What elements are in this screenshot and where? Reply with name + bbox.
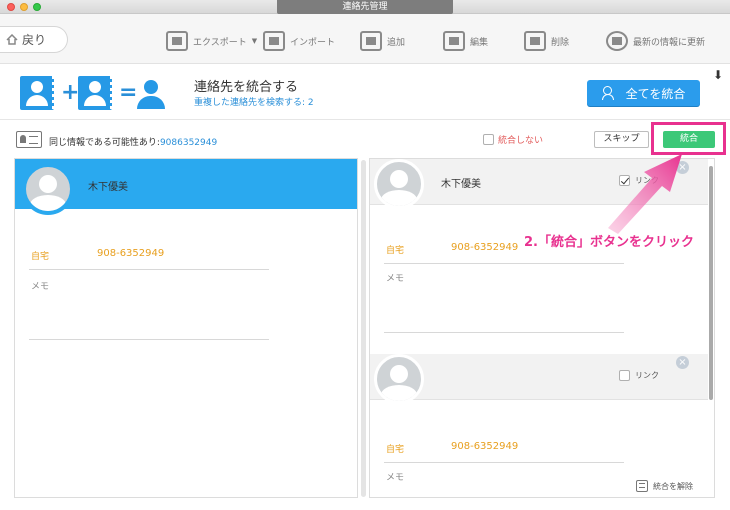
unmerge-icon — [636, 480, 648, 492]
vcf-icon — [263, 31, 285, 51]
divider — [384, 462, 624, 463]
avatar — [374, 354, 424, 404]
contact-card-icon — [20, 76, 56, 110]
divider — [29, 339, 269, 340]
vcard-icon — [16, 131, 42, 148]
home-phone: 908-6352949 — [451, 242, 519, 253]
add-contact-icon — [360, 31, 382, 51]
window-title: 連絡先管理 — [277, 0, 453, 14]
unmerge-label: 統合を解除 — [653, 481, 693, 491]
add-button[interactable]: 追加 — [360, 29, 405, 53]
divider — [384, 263, 624, 264]
contact-name: 木下優美 — [441, 179, 481, 190]
annotation-text: 2.「統合」ボタンをクリック — [524, 235, 694, 250]
page-title: 連絡先を統合する — [194, 80, 299, 95]
zoom-window-button[interactable] — [33, 3, 41, 11]
plus-sign: + — [61, 80, 80, 105]
export-icon — [166, 31, 188, 51]
merge-all-label: 全てを統合 — [625, 86, 686, 101]
possible-duplicate-label: 同じ情報である可能性あり: — [49, 138, 160, 148]
contact-card-icon — [78, 76, 114, 110]
delete-button[interactable]: 削除 — [524, 29, 569, 53]
right-scrollbar[interactable] — [709, 166, 713, 400]
no-merge-label: 統合しない — [498, 136, 544, 146]
back-button[interactable]: 戻り — [0, 26, 68, 53]
memo-label: メモ — [31, 282, 50, 292]
import-button[interactable]: インポート — [263, 29, 335, 53]
person-icon — [134, 78, 168, 110]
close-window-button[interactable] — [7, 3, 15, 11]
memo-label: メモ — [386, 473, 405, 483]
edit-button[interactable]: 編集 — [443, 29, 488, 53]
link-label: リンク — [635, 371, 659, 380]
merge-header: + = 連絡先を統合する 重複した連絡先を検索する: 2 全てを統合 — [0, 64, 730, 120]
checkbox-icon[interactable] — [619, 370, 630, 381]
link-checkbox[interactable]: リンク — [619, 370, 659, 381]
toolbar: 戻り エクスポート ▼ インポート 追加 編集 削除 最新の情報に更新 — [0, 14, 730, 64]
checkbox-icon[interactable] — [483, 134, 494, 145]
back-label: 戻り — [22, 33, 47, 47]
home-icon — [6, 34, 18, 45]
delete-label: 削除 — [551, 37, 570, 48]
chevron-down-icon: ▼ — [251, 37, 258, 45]
edit-icon — [443, 31, 465, 51]
duplicate-summary-label: 重複した連絡先を検索する: — [194, 98, 308, 108]
refresh-button[interactable]: 最新の情報に更新 — [606, 29, 705, 53]
duplicate-count: 2 — [307, 98, 314, 108]
people-icon — [601, 86, 620, 100]
avatar — [22, 163, 74, 215]
duplicate-phone: 9086352949 — [159, 138, 218, 148]
download-icon[interactable]: ⬇ — [713, 68, 723, 82]
home-label: 自宅 — [31, 252, 50, 262]
duplicate-contact-card: リンク × 自宅 908-6352949 メモ — [370, 354, 708, 497]
trash-icon — [524, 31, 546, 51]
left-scrollbar[interactable] — [361, 160, 366, 497]
export-label: エクスポート — [193, 37, 247, 48]
import-label: インポート — [290, 37, 336, 48]
divider — [384, 332, 624, 333]
edit-label: 編集 — [470, 37, 489, 48]
home-phone: 908-6352949 — [97, 248, 165, 259]
unmerge-button[interactable]: 統合を解除 — [636, 480, 693, 492]
annotation-arrow — [608, 154, 682, 234]
merge-all-button[interactable]: 全てを統合 — [587, 80, 700, 106]
avatar — [374, 159, 424, 209]
no-merge-checkbox[interactable]: 統合しない — [483, 133, 543, 146]
minimize-window-button[interactable] — [20, 3, 28, 11]
contact-name: 木下優美 — [88, 182, 128, 193]
home-label: 自宅 — [386, 246, 405, 256]
remove-card-icon[interactable]: × — [676, 356, 689, 369]
home-phone: 908-6352949 — [451, 441, 519, 452]
refresh-label: 最新の情報に更新 — [633, 37, 706, 48]
export-button[interactable]: エクスポート ▼ — [166, 29, 257, 53]
memo-label: メモ — [386, 274, 405, 284]
duplicate-summary: 重複した連絡先を検索する: 2 — [194, 95, 314, 108]
add-label: 追加 — [387, 37, 406, 48]
title-bar: 連絡先管理 — [0, 0, 730, 14]
refresh-icon — [606, 31, 628, 51]
merged-contact-panel: 木下優美 自宅 908-6352949 メモ — [14, 158, 358, 498]
home-label: 自宅 — [386, 445, 405, 455]
divider — [29, 269, 269, 270]
possible-duplicate-text: 同じ情報である可能性あり:9086352949 — [49, 135, 217, 148]
